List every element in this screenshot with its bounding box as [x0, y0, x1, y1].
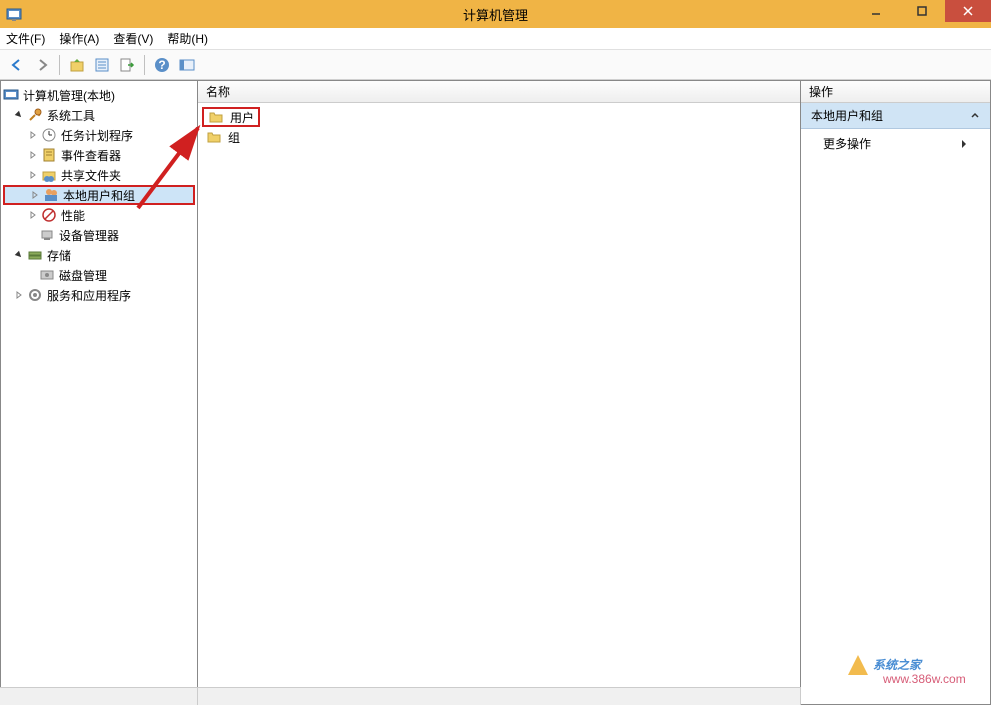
tree-root-label: 计算机管理(本地): [23, 87, 115, 104]
tree-panel[interactable]: 计算机管理(本地) 系统工具 任务计划程序 事件查看器 共享文件夹: [0, 81, 198, 705]
disk-icon: [39, 267, 55, 283]
list-header[interactable]: 名称: [198, 81, 800, 103]
tree-device-manager-label: 设备管理器: [59, 227, 119, 244]
users-groups-icon: [43, 187, 59, 203]
actions-panel: 操作 本地用户和组 更多操作: [801, 81, 991, 705]
expand-icon[interactable]: [29, 189, 41, 201]
list-item-groups[interactable]: 组: [202, 127, 796, 147]
tree-task-scheduler-label: 任务计划程序: [61, 127, 133, 144]
tree-system-tools-label: 系统工具: [47, 107, 95, 124]
show-hide-button[interactable]: [176, 54, 198, 76]
column-name: 名称: [206, 83, 230, 100]
list-item-groups-label: 组: [228, 129, 240, 146]
device-icon: [39, 227, 55, 243]
computer-management-icon: [3, 87, 19, 103]
services-icon: [27, 287, 43, 303]
help-button[interactable]: ?: [151, 54, 173, 76]
list-panel: 名称 用户 组: [198, 81, 801, 705]
toolbar-separator: [59, 55, 60, 75]
menu-action[interactable]: 操作(A): [59, 30, 99, 47]
list-item-users-label: 用户: [230, 109, 254, 126]
event-icon: [41, 147, 57, 163]
tree-shared-folders-label: 共享文件夹: [61, 167, 121, 184]
toolbar: ?: [0, 50, 991, 80]
tools-icon: [27, 107, 43, 123]
window-title: 计算机管理: [463, 5, 528, 24]
expand-icon[interactable]: [27, 129, 39, 141]
toolbar-separator: [144, 55, 145, 75]
menu-view[interactable]: 查看(V): [113, 30, 153, 47]
tree-event-viewer[interactable]: 事件查看器: [3, 145, 195, 165]
actions-header-label: 操作: [809, 83, 833, 100]
tree-storage-label: 存储: [47, 247, 71, 264]
app-icon: [6, 6, 22, 22]
actions-more[interactable]: 更多操作: [801, 129, 990, 158]
back-button[interactable]: [6, 54, 28, 76]
menu-help[interactable]: 帮助(H): [167, 30, 208, 47]
tree-shared-folders[interactable]: 共享文件夹: [3, 165, 195, 185]
svg-text:?: ?: [158, 58, 165, 72]
content-area: 计算机管理(本地) 系统工具 任务计划程序 事件查看器 共享文件夹: [0, 80, 991, 705]
expand-icon[interactable]: [27, 169, 39, 181]
menu-file[interactable]: 文件(F): [6, 30, 45, 47]
actions-section[interactable]: 本地用户和组: [801, 103, 990, 129]
expand-icon[interactable]: [13, 289, 25, 301]
list-item-users[interactable]: 用户: [202, 107, 260, 127]
tree-performance[interactable]: 性能: [3, 205, 195, 225]
tree-root[interactable]: 计算机管理(本地): [3, 85, 195, 105]
tree-performance-label: 性能: [61, 207, 85, 224]
tree-local-users-groups-label: 本地用户和组: [63, 187, 135, 204]
tree-event-viewer-label: 事件查看器: [61, 147, 121, 164]
properties-button[interactable]: [91, 54, 113, 76]
tree-storage[interactable]: 存储: [3, 245, 195, 265]
storage-icon: [27, 247, 43, 263]
chevron-right-icon: [960, 139, 968, 149]
shared-folder-icon: [41, 167, 57, 183]
folder-icon: [208, 109, 224, 125]
collapse-arrow-icon: [970, 111, 980, 121]
collapse-icon[interactable]: [13, 109, 25, 121]
maximize-button[interactable]: [899, 0, 945, 22]
clock-icon: [41, 127, 57, 143]
performance-icon: [41, 207, 57, 223]
collapse-icon[interactable]: [13, 249, 25, 261]
tree-local-users-groups[interactable]: 本地用户和组: [3, 185, 195, 205]
forward-button[interactable]: [31, 54, 53, 76]
tree-disk-management[interactable]: 磁盘管理: [3, 265, 195, 285]
tree-device-manager[interactable]: 设备管理器: [3, 225, 195, 245]
menubar: 文件(F) 操作(A) 查看(V) 帮助(H): [0, 28, 991, 50]
expand-icon[interactable]: [27, 149, 39, 161]
close-button[interactable]: [945, 0, 991, 22]
tree-task-scheduler[interactable]: 任务计划程序: [3, 125, 195, 145]
tree-system-tools[interactable]: 系统工具: [3, 105, 195, 125]
horizontal-scrollbar[interactable]: [0, 687, 801, 705]
tree-disk-management-label: 磁盘管理: [59, 267, 107, 284]
up-button[interactable]: [66, 54, 88, 76]
actions-header: 操作: [801, 81, 990, 103]
folder-icon: [206, 129, 222, 145]
expand-icon[interactable]: [27, 209, 39, 221]
tree-services-apps[interactable]: 服务和应用程序: [3, 285, 195, 305]
tree-services-apps-label: 服务和应用程序: [47, 287, 131, 304]
list-body[interactable]: 用户 组: [198, 103, 800, 704]
export-button[interactable]: [116, 54, 138, 76]
actions-more-label: 更多操作: [823, 135, 871, 152]
titlebar: 计算机管理: [0, 0, 991, 28]
actions-section-label: 本地用户和组: [811, 107, 883, 124]
minimize-button[interactable]: [853, 0, 899, 22]
window-controls: [853, 0, 991, 22]
